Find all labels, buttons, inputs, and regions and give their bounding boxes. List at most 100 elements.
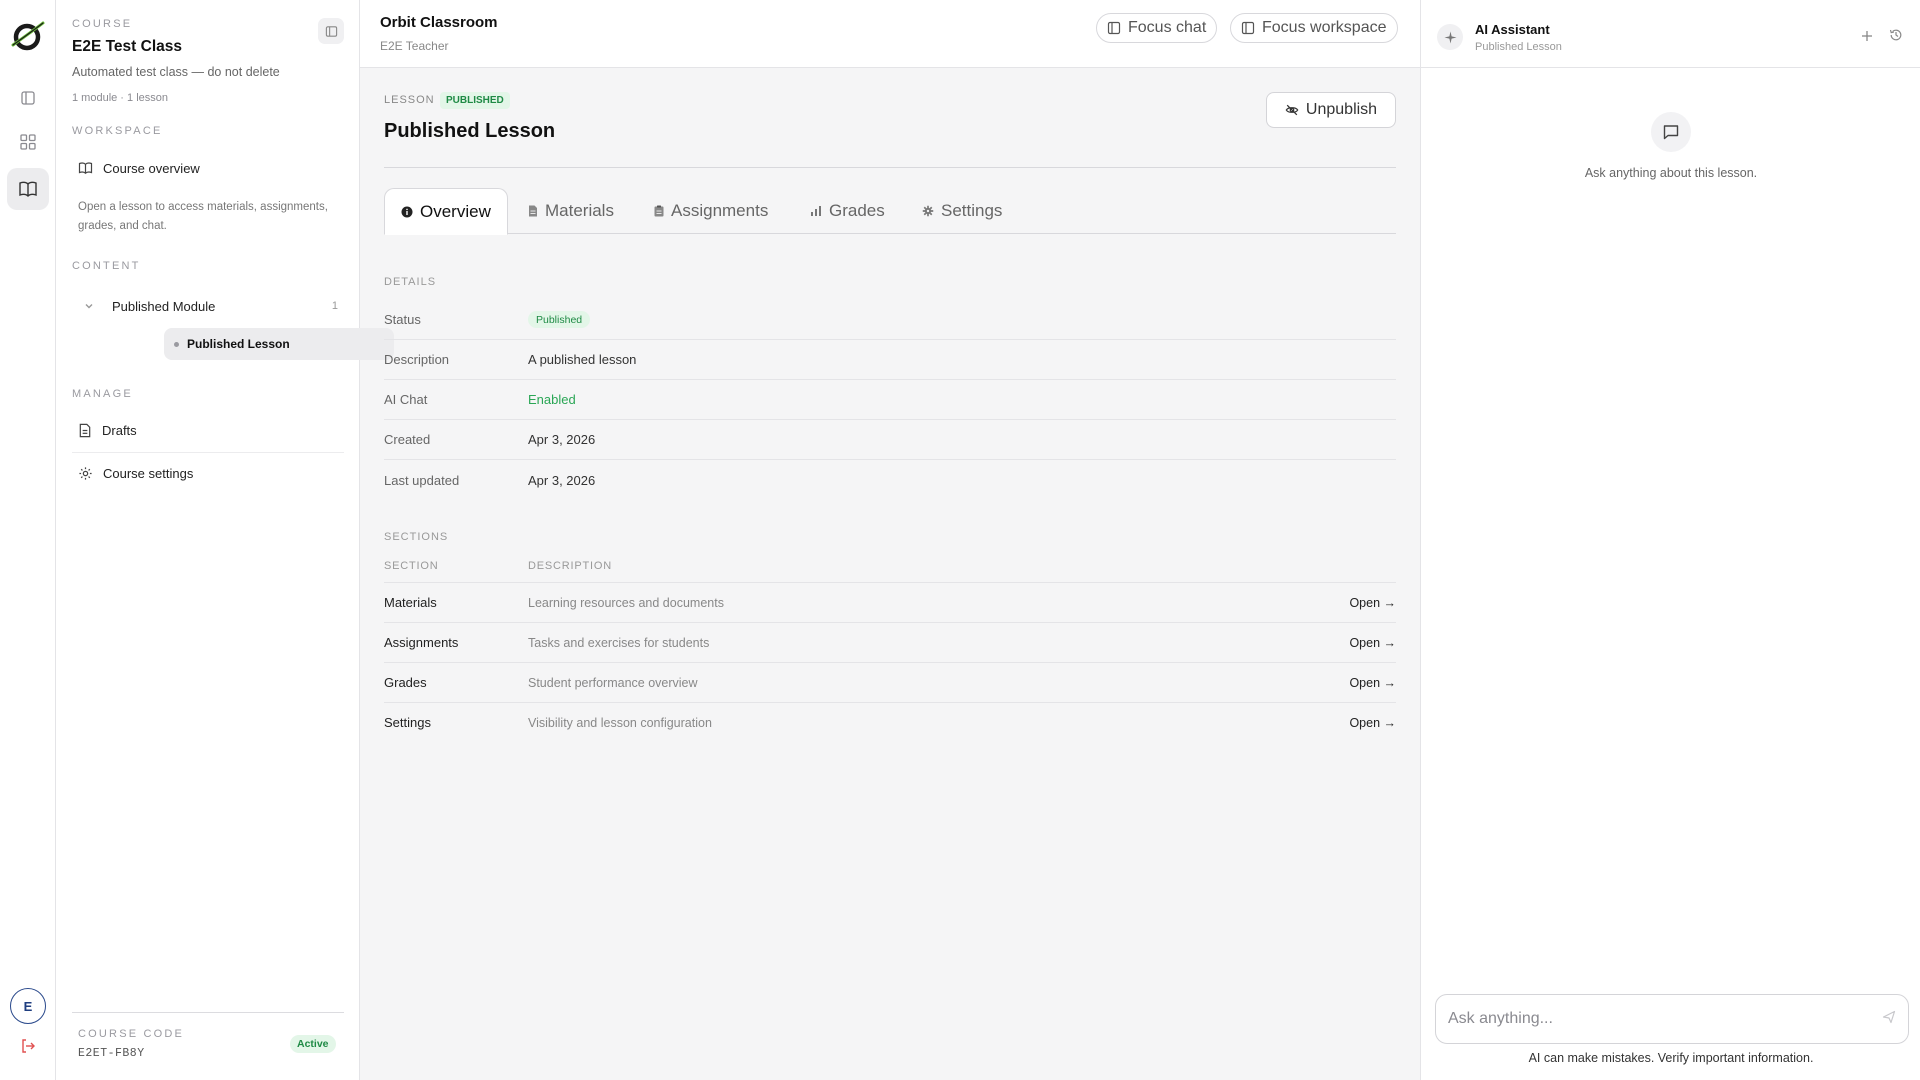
course-code: E2ET-FB8Y <box>78 1047 145 1060</box>
column-header-description: DESCRIPTION <box>528 560 612 572</box>
tab-label: Overview <box>420 201 491 221</box>
focus-chat-label: Focus chat <box>1128 19 1207 36</box>
plus-icon <box>1862 31 1872 41</box>
gear-icon <box>79 466 92 480</box>
unpublish-button[interactable]: Unpublish <box>1266 92 1396 128</box>
ai-assistant-panel: AI Assistant Published Lesson Ask anythi… <box>1420 0 1920 1080</box>
sidebar-item-drafts[interactable]: Drafts <box>72 412 344 448</box>
sidebar-item-label: Drafts <box>102 422 137 438</box>
tab-label: Assignments <box>671 201 769 220</box>
detail-row-description: Description A published lesson <box>384 340 1396 380</box>
section-description: Student performance overview <box>528 675 698 690</box>
ai-header: AI Assistant Published Lesson <box>1421 0 1920 68</box>
logout-icon <box>22 1039 35 1053</box>
divider <box>72 1012 344 1013</box>
page-title: Published Lesson <box>384 120 556 142</box>
grid-icon <box>20 134 36 150</box>
dashboard-button[interactable] <box>7 121 49 163</box>
ai-empty-state: Ask anything about this lesson. <box>1584 166 1758 180</box>
details-label: DETAILS <box>384 276 437 288</box>
tab-grades[interactable]: Grades <box>794 188 901 234</box>
tab-label: Settings <box>941 201 1003 220</box>
course-label: COURSE <box>72 18 133 30</box>
orbit-logo-icon[interactable] <box>10 18 46 54</box>
tab-label: Materials <box>545 201 614 220</box>
published-badge: PUBLISHED <box>440 92 510 109</box>
chevron-down-icon[interactable] <box>72 301 106 311</box>
section-name: Materials <box>384 595 437 610</box>
file-icon <box>529 205 537 217</box>
new-chat-button[interactable] <box>1861 27 1873 45</box>
chat-input-box[interactable] <box>1435 994 1909 1044</box>
tab-assignments[interactable]: Assignments <box>638 188 784 234</box>
open-materials-link[interactable]: Open → <box>1349 596 1396 610</box>
lesson-workspace: LESSON PUBLISHED Published Lesson Unpubl… <box>360 68 1420 1080</box>
status-badge: Active <box>290 1035 336 1053</box>
panel-icon <box>21 91 35 105</box>
sections-label: SECTIONS <box>384 531 449 543</box>
detail-key: Last updated <box>384 472 460 488</box>
sidebar-item-course-overview[interactable]: Course overview <box>72 150 344 186</box>
book-icon <box>78 162 93 175</box>
panel-icon <box>1241 21 1255 35</box>
detail-row-created: Created Apr 3, 2026 <box>384 420 1396 460</box>
collapse-sidebar-button[interactable] <box>318 18 344 44</box>
sidebar-item-label: Course settings <box>103 465 194 481</box>
lesson-label: LESSON <box>384 94 435 106</box>
detail-value: Enabled <box>528 392 576 407</box>
avatar[interactable]: E <box>10 988 46 1024</box>
content-label: CONTENT <box>72 260 141 272</box>
detail-key: Created <box>384 432 431 447</box>
detail-value: A published lesson <box>528 352 637 367</box>
table-row: Grades Student performance overview Open… <box>384 662 1396 702</box>
user-role: E2E Teacher <box>380 39 449 53</box>
table-row: Settings Visibility and lesson configura… <box>384 702 1396 742</box>
course-sidebar: COURSE E2E Test Class Automated test cla… <box>56 0 394 1080</box>
section-name: Grades <box>384 675 427 690</box>
tab-label: Grades <box>829 201 885 220</box>
send-icon[interactable] <box>1882 1010 1896 1029</box>
manage-label: MANAGE <box>72 388 133 400</box>
eye-off-icon <box>1285 104 1299 116</box>
tab-overview[interactable]: Overview <box>384 188 508 235</box>
sidebar-item-course-settings[interactable]: Course settings <box>72 455 344 491</box>
tab-settings[interactable]: Settings <box>906 188 1018 234</box>
detail-key: Description <box>384 352 450 367</box>
detail-key: AI Chat <box>384 392 428 407</box>
lesson-name: Published Lesson <box>187 337 290 351</box>
open-assignments-link[interactable]: Open → <box>1349 636 1396 650</box>
ai-disclaimer: AI can make mistakes. Verify important i… <box>1528 1051 1814 1065</box>
detail-key: Status <box>384 312 421 327</box>
main-header: Orbit Classroom E2E Teacher Focus chat F… <box>360 0 1420 68</box>
sidebar-help-text: Open a lesson to access materials, assig… <box>78 201 328 232</box>
open-settings-link[interactable]: Open → <box>1349 716 1396 730</box>
tab-materials[interactable]: Materials <box>512 188 630 234</box>
info-icon <box>401 206 413 217</box>
module-lesson-count: 1 <box>331 300 338 312</box>
section-description: Learning resources and documents <box>528 595 724 610</box>
focus-chat-button[interactable]: Focus chat <box>1096 13 1218 43</box>
chat-input[interactable] <box>1448 1010 1882 1028</box>
lesson-dot-icon <box>174 341 179 347</box>
app-title: Orbit Classroom <box>380 14 498 31</box>
workspace-label: WORKSPACE <box>72 125 163 137</box>
focus-workspace-label: Focus workspace <box>1262 19 1387 36</box>
book-open-icon <box>19 181 37 197</box>
bar-chart-icon <box>811 206 821 216</box>
panel-toggle-button[interactable] <box>7 77 49 119</box>
course-meta: 1 module · 1 lesson <box>72 92 168 104</box>
divider <box>384 167 1396 168</box>
table-row: Materials Learning resources and documen… <box>384 582 1396 622</box>
detail-row-status: Status Published <box>384 300 1396 340</box>
section-description: Tasks and exercises for students <box>528 635 710 650</box>
ai-title: AI Assistant <box>1475 22 1550 37</box>
detail-row-ai-chat: AI Chat Enabled <box>384 380 1396 420</box>
focus-workspace-button[interactable]: Focus workspace <box>1230 13 1398 43</box>
open-grades-link[interactable]: Open → <box>1349 676 1396 690</box>
chat-history-button[interactable] <box>1889 28 1903 47</box>
courses-button[interactable] <box>7 168 49 210</box>
detail-value: Apr 3, 2026 <box>528 432 596 447</box>
sidebar-module-published[interactable]: Published Module 1 <box>72 292 344 320</box>
document-icon <box>79 423 91 437</box>
logout-button[interactable] <box>17 1035 39 1057</box>
